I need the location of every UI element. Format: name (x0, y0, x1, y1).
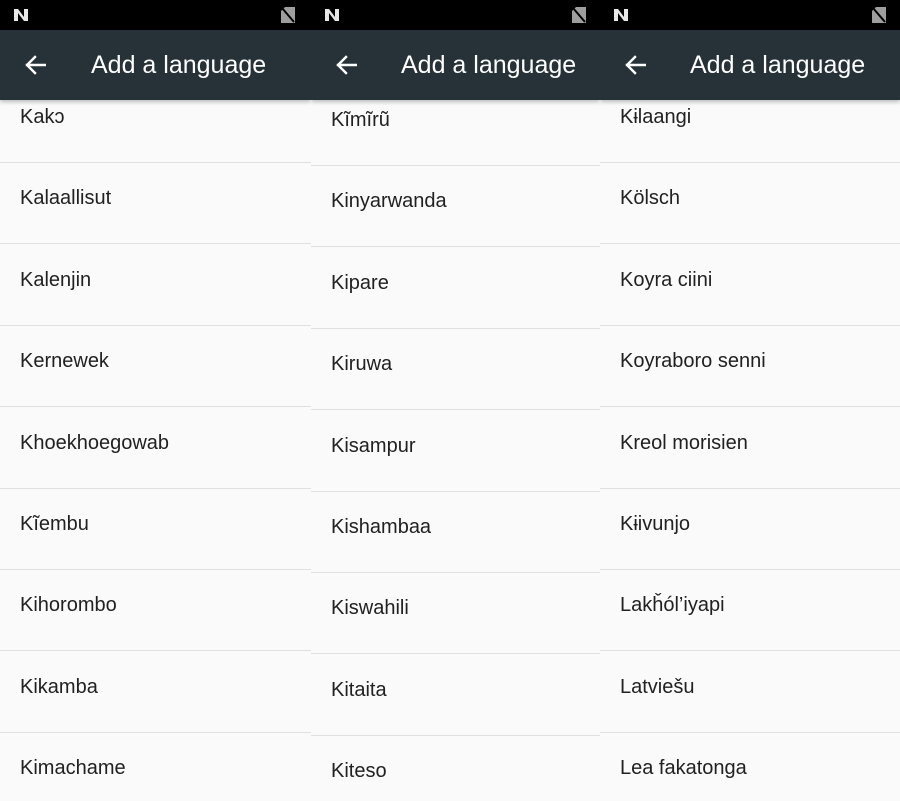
language-list-item[interactable]: Kiswahili (311, 574, 600, 655)
language-label: Kiruwa (331, 353, 393, 376)
language-label: Kĩmĩrũ (331, 109, 390, 131)
language-list-item[interactable]: Kalaallisut (0, 164, 311, 245)
language-list-item[interactable]: Latviešu (600, 653, 900, 733)
language-label: Kishambaa (331, 516, 432, 538)
language-list-item[interactable]: Kisampur (311, 412, 600, 492)
app-bar: Add a language (600, 30, 900, 100)
language-list-item[interactable]: Kalenjin (0, 246, 311, 326)
arrow-back-icon[interactable] (335, 54, 357, 76)
language-picker-screen: Add a language Kĩmĩrũ Kinyarwanda Kipare Ki… (311, 0, 600, 801)
language-label: Koyra ciini (620, 268, 713, 291)
language-label: Kihorombo (20, 594, 117, 617)
language-list-item[interactable]: Lea fakatonga (600, 734, 900, 801)
language-label: Kernewek (20, 350, 109, 373)
language-list-item[interactable]: Kölsch (600, 164, 900, 245)
language-label: Kisampur (331, 434, 416, 457)
n-notification-icon (614, 9, 628, 21)
language-label: Kitaita (331, 678, 387, 701)
arrow-back-icon[interactable] (24, 54, 46, 76)
language-label: Koyraboro senni (620, 350, 766, 373)
language-label: Latviešu (620, 675, 695, 698)
language-label: Lea fakatonga (620, 757, 747, 780)
language-list-item[interactable]: Kitaita (311, 656, 600, 736)
language-label: Kiswahili (331, 597, 409, 620)
language-label: Lakȟól’iyapi (620, 594, 725, 617)
language-list-item[interactable]: Lakȟól’iyapi (600, 571, 900, 652)
language-picker-screen: Add a language Kɨlaangi Kölsch Koyra ciini… (600, 0, 900, 801)
page-title: Add a language (690, 51, 866, 79)
language-label: Kipare (331, 271, 389, 294)
language-label: Kimachame (20, 757, 126, 780)
no-sim-icon (281, 7, 295, 23)
language-label: Kölsch (620, 187, 681, 210)
language-list-item[interactable]: Kimachame (0, 734, 311, 801)
language-list-item[interactable]: Kishambaa (311, 493, 600, 573)
language-list-item[interactable]: Kĩembu (0, 490, 311, 570)
language-list-item[interactable]: Koyraboro senni (600, 327, 900, 408)
page-title: Add a language (401, 51, 577, 79)
app-bar: Add a language (0, 30, 311, 100)
language-list-item[interactable]: Khoekhoegowab (0, 409, 311, 489)
language-label: Kakɔ (20, 106, 65, 128)
page-title: Add a language (91, 51, 267, 79)
n-notification-icon (14, 9, 28, 21)
language-picker-screen: Add a language Kakɔ Kalaallisut Kalenjin Ke… (0, 0, 311, 801)
language-label: Khoekhoegowab (20, 431, 170, 454)
language-label: Kalaallisut (20, 187, 112, 210)
language-list-item[interactable]: Kihorombo (0, 571, 311, 652)
language-label: Kreol morisien (620, 431, 748, 454)
language-list-item[interactable]: Kernewek (0, 327, 311, 408)
n-notification-icon (325, 9, 339, 21)
language-list-item[interactable]: Kiruwa (311, 330, 600, 411)
language-list-item[interactable]: Kɨivunjo (600, 490, 900, 570)
no-sim-icon (872, 7, 886, 23)
language-list-item[interactable]: Kipare (311, 249, 600, 329)
arrow-back-icon[interactable] (624, 54, 646, 76)
language-label: Kikamba (20, 675, 98, 698)
language-list-item[interactable]: Kreol morisien (600, 409, 900, 489)
no-sim-icon (572, 7, 586, 23)
language-label: Kiteso (331, 760, 387, 783)
language-list-item[interactable]: Kikamba (0, 653, 311, 733)
language-label: Kɨlaangi (620, 106, 692, 128)
status-bar (0, 0, 311, 30)
language-label: Kɨivunjo (620, 513, 691, 535)
status-bar (600, 0, 900, 30)
language-label: Kinyarwanda (331, 190, 447, 213)
app-bar: Add a language (311, 30, 600, 100)
language-label: Kĩembu (20, 513, 89, 535)
language-list-item[interactable]: Kinyarwanda (311, 167, 600, 248)
language-list-item[interactable]: Koyra ciini (600, 246, 900, 326)
status-bar (311, 0, 600, 30)
language-list-item[interactable]: Kiteso (311, 737, 600, 801)
language-label: Kalenjin (20, 268, 92, 291)
